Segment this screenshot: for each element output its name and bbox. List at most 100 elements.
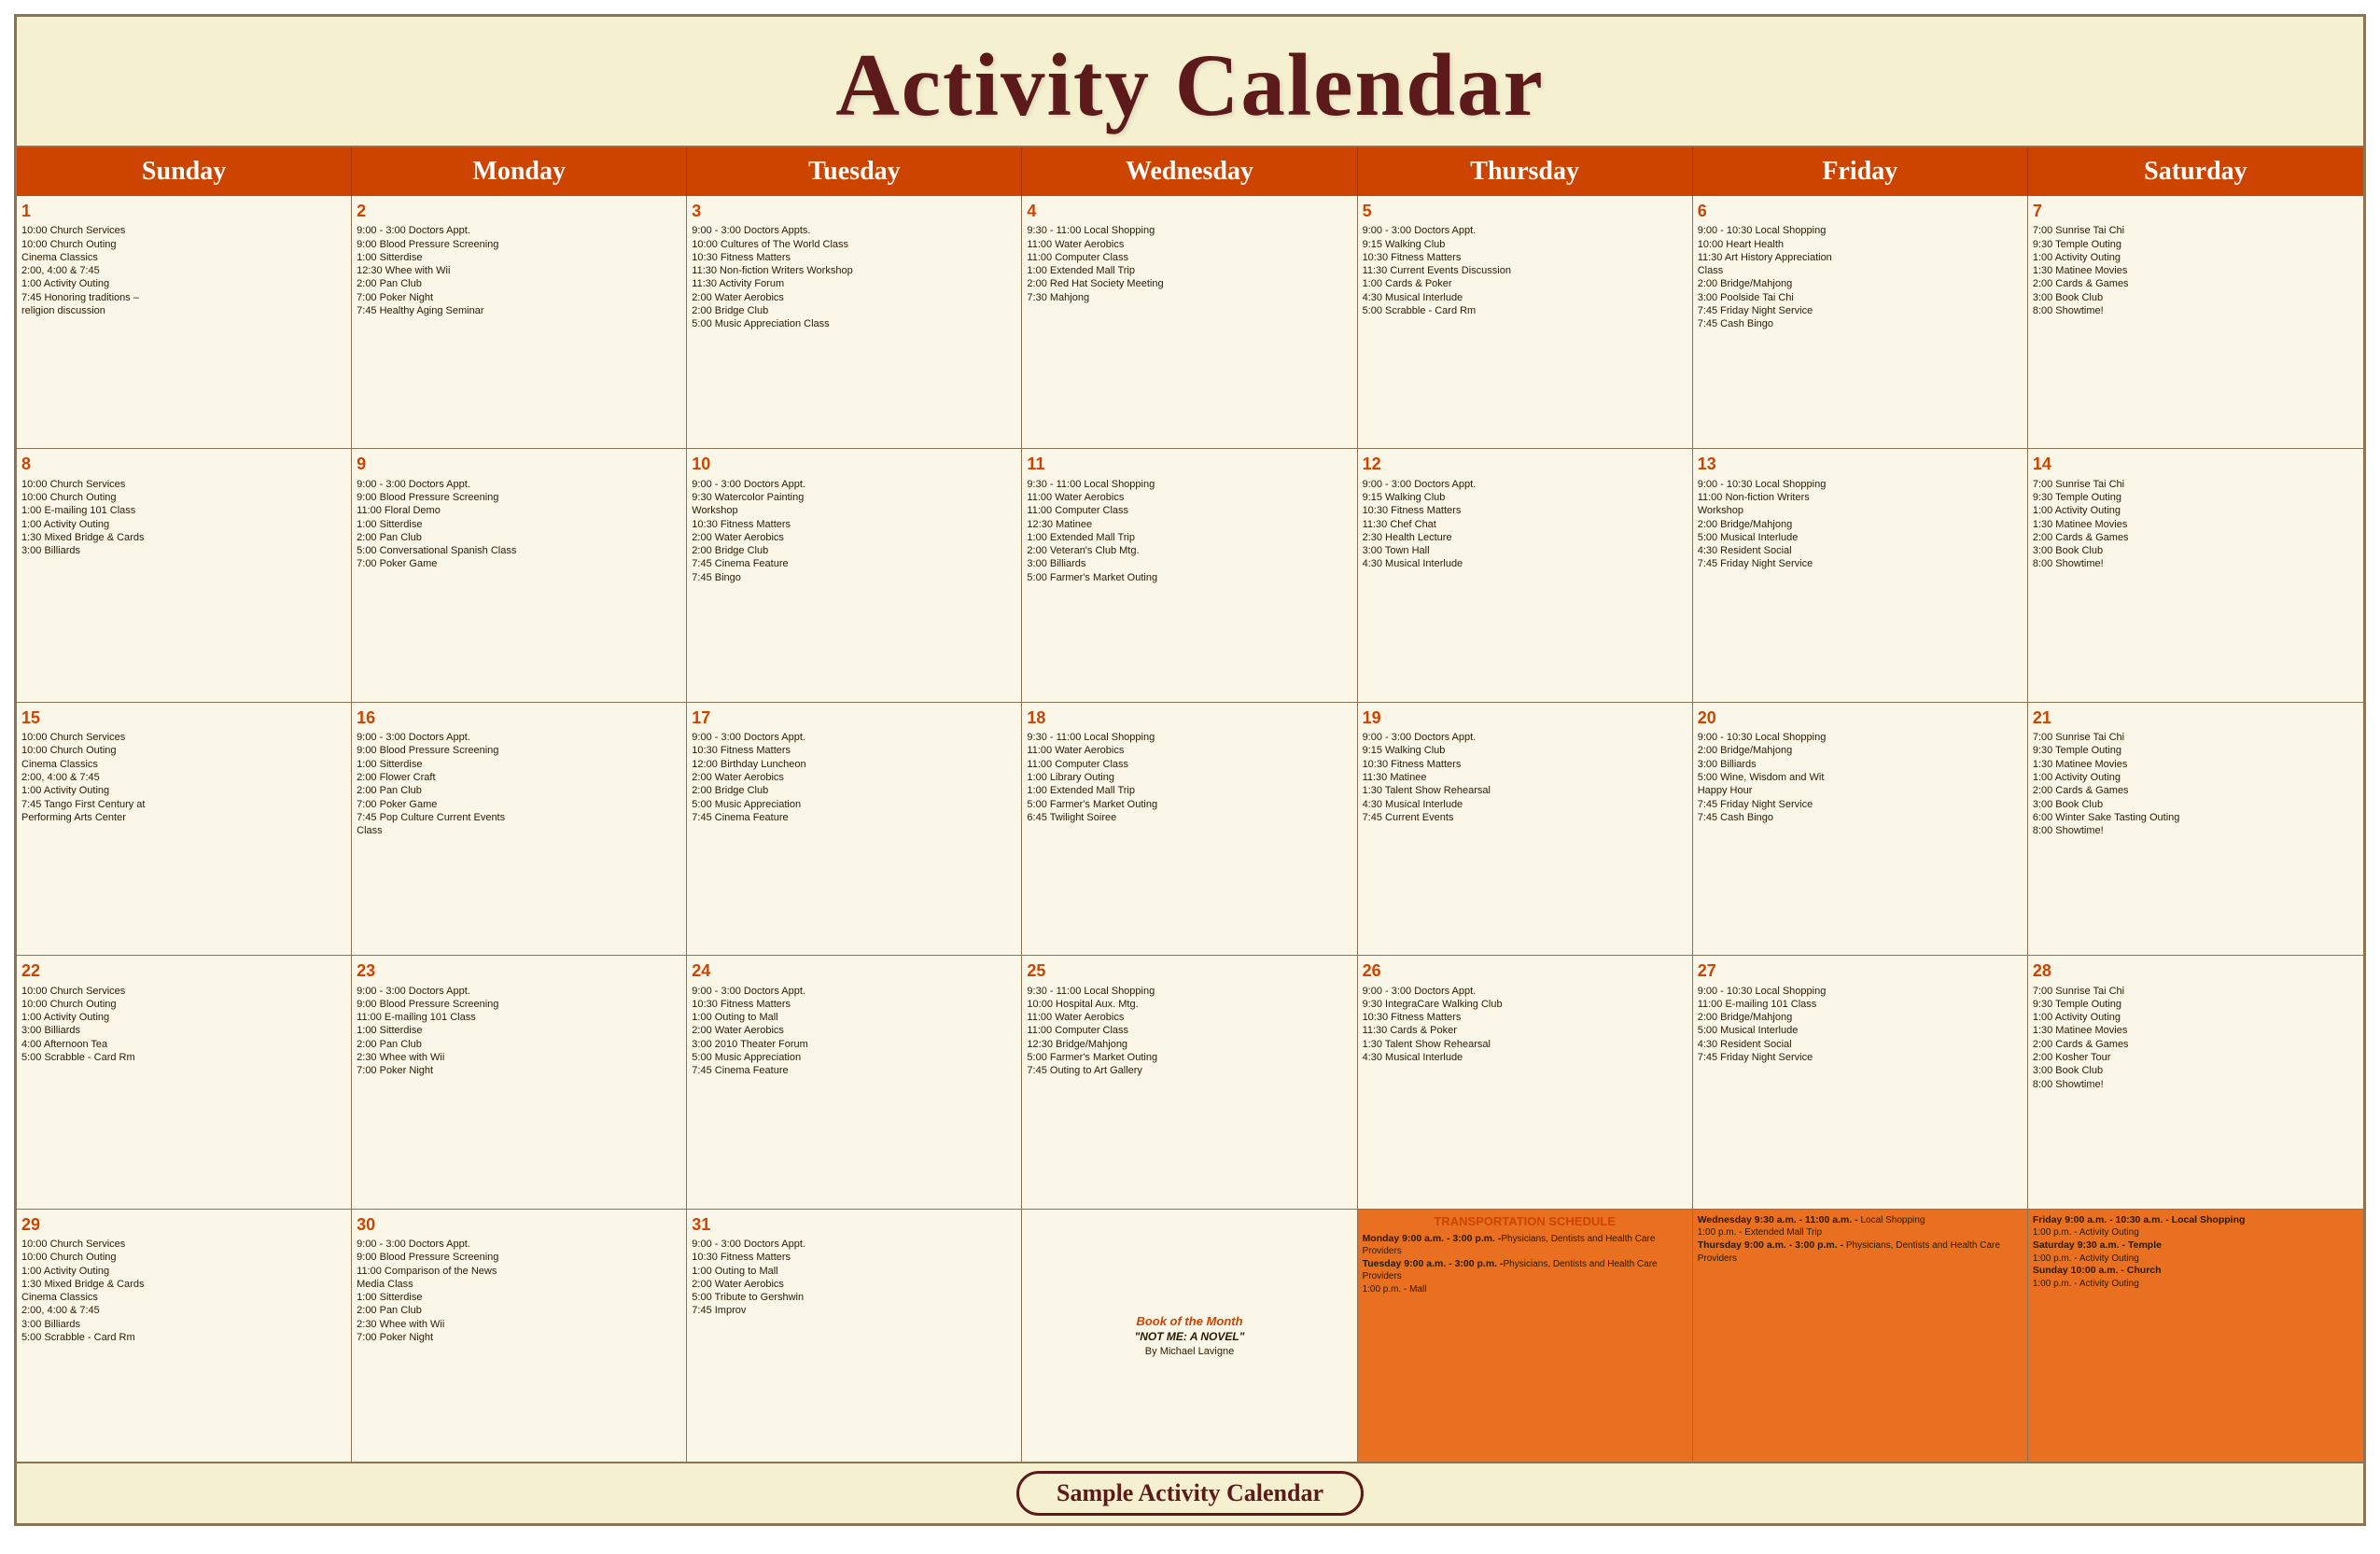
event-item: 11:00 E-mailing 101 Class: [1698, 998, 2023, 1011]
day-number: 29: [21, 1213, 346, 1236]
event-item: 9:00 - 10:30 Local Shopping: [1698, 985, 2023, 998]
event-item: 1:30 Matinee Movies: [2033, 518, 2359, 531]
event-item: 7:00 Sunrise Tai Chi: [2033, 731, 2359, 744]
day-cell-1-7: 77:00 Sunrise Tai Chi9:30 Temple Outing1…: [2028, 196, 2363, 448]
event-item: 1:00 Sitterdise: [357, 251, 681, 264]
event-item: 2:00 Bridge/Mahjong: [1698, 277, 2023, 290]
event-item: 9:00 - 3:00 Doctors Appt.: [357, 1238, 681, 1251]
event-item: 7:00 Sunrise Tai Chi: [2033, 224, 2359, 237]
event-item: 1:00 Sitterdise: [357, 518, 681, 531]
event-item: 7:45 Current Events: [1363, 811, 1687, 824]
day-number: 21: [2033, 707, 2359, 729]
week-row-3: 1510:00 Church Services10:00 Church Outi…: [17, 703, 2363, 956]
day-cell-4-1: 2210:00 Church Services10:00 Church Outi…: [17, 956, 352, 1208]
day-cell-5-3: 319:00 - 3:00 Doctors Appt.10:30 Fitness…: [687, 1210, 1022, 1462]
event-item: 3:00 Book Club: [2033, 1064, 2359, 1077]
event-item: 11:00 Computer Class: [1027, 251, 1351, 264]
event-item: 10:30 Fitness Matters: [1363, 758, 1687, 771]
event-item: 11:30 Art History Appreciation: [1698, 251, 2023, 264]
transport-text: 1:00 p.m. - Extended Mall Trip: [1698, 1227, 1822, 1238]
event-item: 4:30 Musical Interlude: [1363, 1051, 1687, 1064]
event-item: 1:00 Activity Outing: [21, 784, 346, 797]
event-item: 7:45 Healthy Aging Seminar: [357, 304, 681, 317]
event-item: 2:00, 4:00 & 7:45: [21, 264, 346, 277]
event-item: 1:00 Extended Mall Trip: [1027, 264, 1351, 277]
event-item: 2:00 Water Aerobics: [692, 1278, 1016, 1291]
event-item: 10:30 Fitness Matters: [692, 251, 1016, 264]
transport-day: Friday 9:00 a.m. - 10:30 a.m. - Local Sh…: [2033, 1214, 2246, 1225]
day-cell-4-3: 249:00 - 3:00 Doctors Appt.10:30 Fitness…: [687, 956, 1022, 1208]
event-item: 9:00 - 3:00 Doctors Appt.: [692, 478, 1016, 491]
day-cell-4-2: 239:00 - 3:00 Doctors Appt.9:00 Blood Pr…: [352, 956, 687, 1208]
day-number: 28: [2033, 959, 2359, 982]
event-item: 10:00 Cultures of The World Class: [692, 238, 1016, 251]
event-item: 10:00 Church Services: [21, 1238, 346, 1251]
day-cell-1-3: 39:00 - 3:00 Doctors Appts.10:00 Culture…: [687, 196, 1022, 448]
event-item: 7:00 Sunrise Tai Chi: [2033, 985, 2359, 998]
event-item: 2:00 Pan Club: [357, 1038, 681, 1051]
event-item: 11:30 Non-fiction Writers Workshop: [692, 264, 1016, 277]
day-header-saturday: Saturday: [2028, 147, 2363, 196]
day-number: 27: [1698, 959, 2023, 982]
event-item: 9:00 - 3:00 Doctors Appt.: [357, 224, 681, 237]
event-item: 1:00 Sitterdise: [357, 1024, 681, 1037]
transport-text: 1:00 p.m. - Activity Outing: [2033, 1279, 2139, 1289]
event-item: 1:00 Library Outing: [1027, 771, 1351, 784]
event-item: 7:00 Sunrise Tai Chi: [2033, 478, 2359, 491]
day-headers-row: SundayMondayTuesdayWednesdayThursdayFrid…: [17, 147, 2363, 196]
event-item: 4:30 Musical Interlude: [1363, 291, 1687, 304]
event-item: 9:00 Blood Pressure Screening: [357, 998, 681, 1011]
event-item: 2:00 Red Hat Society Meeting: [1027, 277, 1351, 290]
day-cell-4-5: 269:00 - 3:00 Doctors Appt.9:30 IntegraC…: [1358, 956, 1693, 1208]
event-item: 5:00 Music Appreciation: [692, 1051, 1016, 1064]
event-item: 2:00 Cards & Games: [2033, 1038, 2359, 1051]
event-item: 9:15 Walking Club: [1363, 491, 1687, 504]
event-item: 2:00 Pan Club: [357, 784, 681, 797]
event-item: 9:00 Blood Pressure Screening: [357, 1251, 681, 1264]
day-header-monday: Monday: [352, 147, 687, 196]
event-item: Class: [357, 824, 681, 837]
event-item: 8:00 Showtime!: [2033, 824, 2359, 837]
event-item: 3:00 Billiards: [1027, 557, 1351, 570]
event-item: Media Class: [357, 1278, 681, 1291]
day-cell-3-7: 21 7:00 Sunrise Tai Chi9:30 Temple Outing…: [2028, 703, 2363, 955]
day-cell-3-1: 1510:00 Church Services10:00 Church Outi…: [17, 703, 352, 955]
event-item: 9:00 Blood Pressure Screening: [357, 491, 681, 504]
transport-day: Wednesday 9:30 a.m. - 11:00 a.m. -: [1698, 1214, 1858, 1225]
event-item: 2:00 Cards & Games: [2033, 531, 2359, 544]
transport-text: Local Shopping: [1858, 1215, 1925, 1225]
event-item: 7:00 Poker Game: [357, 798, 681, 811]
day-cell-5-1: 2910:00 Church Services10:00 Church Outi…: [17, 1210, 352, 1462]
day-number: 18: [1027, 707, 1351, 729]
day-cell-2-4: 119:30 - 11:00 Local Shopping11:00 Water…: [1022, 449, 1357, 701]
event-item: 4:00 Afternoon Tea: [21, 1038, 346, 1051]
event-item: 1:30 Matinee Movies: [2033, 264, 2359, 277]
event-item: 10:30 Fitness Matters: [1363, 504, 1687, 517]
event-item: 4:30 Musical Interlude: [1363, 557, 1687, 570]
day-cell-5-6: Wednesday 9:30 a.m. - 11:00 a.m. - Local…: [1693, 1210, 2028, 1462]
event-item: 11:00 Water Aerobics: [1027, 1011, 1351, 1024]
event-item: 1:00 Activity Outing: [21, 277, 346, 290]
day-number: 14: [2033, 453, 2359, 475]
event-item: 1:00 Activity Outing: [2033, 1011, 2359, 1024]
event-item: 9:00 - 3:00 Doctors Appt.: [1363, 224, 1687, 237]
day-number: 4: [1027, 200, 1351, 222]
day-cell-5-5: TRANSPORTATION SCHEDULEMonday 9:00 a.m. …: [1358, 1210, 1693, 1462]
event-item: 11:00 Water Aerobics: [1027, 491, 1351, 504]
event-item: Workshop: [692, 504, 1016, 517]
event-item: 9:30 Temple Outing: [2033, 744, 2359, 757]
day-cell-4-4: 259:30 - 11:00 Local Shopping10:00 Hospi…: [1022, 956, 1357, 1208]
event-item: 2:30 Whee with Wii: [357, 1318, 681, 1331]
day-cell-3-6: 209:00 - 10:30 Local Shopping2:00 Bridge…: [1693, 703, 2028, 955]
day-number: 7: [2033, 200, 2359, 222]
event-item: 7:45 Cinema Feature: [692, 811, 1016, 824]
event-item: 1:00 Extended Mall Trip: [1027, 784, 1351, 797]
event-item: 2:00 Cards & Games: [2033, 784, 2359, 797]
day-cell-1-2: 29:00 - 3:00 Doctors Appt.9:00 Blood Pre…: [352, 196, 687, 448]
event-item: Workshop: [1698, 504, 2023, 517]
day-header-tuesday: Tuesday: [687, 147, 1022, 196]
day-cell-3-4: 189:30 - 11:00 Local Shopping11:00 Water…: [1022, 703, 1357, 955]
event-item: 1:30 Talent Show Rehearsal: [1363, 784, 1687, 797]
day-cell-3-2: 169:00 - 3:00 Doctors Appt.9:00 Blood Pr…: [352, 703, 687, 955]
event-item: 2:00 Water Aerobics: [692, 1024, 1016, 1037]
